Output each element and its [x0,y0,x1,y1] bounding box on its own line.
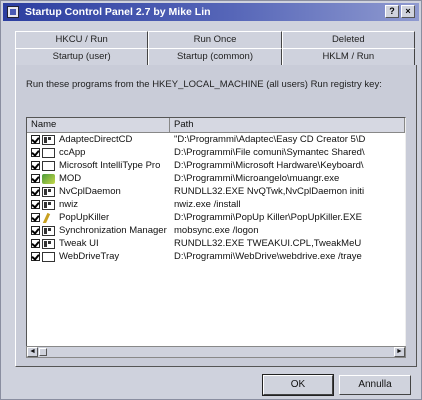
item-name: ccApp [59,147,86,158]
list-item[interactable]: Synchronization Manager mobsync.exe /log… [27,224,405,237]
list-header: Name Path [27,118,405,133]
list-item[interactable]: nwiz nwiz.exe /install [27,198,405,211]
item-path: D:\Programmi\WebDrive\webdrive.exe /tray… [174,251,362,262]
tab-run-once[interactable]: Run Once [148,31,282,48]
scroll-thumb[interactable] [39,348,47,356]
item-name: AdaptecDirectCD [59,134,133,145]
tab-panel: Run these programs from the HKEY_LOCAL_M… [15,65,417,367]
keyboard-icon [42,160,55,171]
title-buttons: ? × [385,5,415,18]
tab-hkcu-run[interactable]: HKCU / Run [15,31,149,48]
enabled-checkbox[interactable] [31,252,40,261]
column-header-path[interactable]: Path [170,118,405,132]
cd-icon [42,134,55,145]
list-item[interactable]: Tweak UI RUNDLL32.EXE TWEAKUI.CPL,TweakM… [27,237,405,250]
help-button[interactable]: ? [385,5,399,18]
window-icon [42,199,55,210]
enabled-checkbox[interactable] [31,213,40,222]
item-name: NvCplDaemon [59,186,121,197]
item-path: RUNDLL32.EXE TWEAKUI.CPL,TweakMeU [174,238,362,249]
item-path: D:\Programmi\Microangelo\muangr.exe [174,173,340,184]
scroll-left-button[interactable]: ◄ [27,347,38,357]
popup-killer-icon [42,213,55,223]
item-path: D:\Programmi\Microsoft Hardware\Keyboard… [174,160,364,171]
tab-row-2: Startup (user) Startup (common) HKLM / R… [15,48,415,65]
tab-row-1: HKCU / Run Run Once Deleted [15,31,415,48]
horizontal-scrollbar[interactable]: ◄ ► [26,346,406,358]
tab-strip: HKCU / Run Run Once Deleted Startup (use… [15,31,415,65]
list-item[interactable]: AdaptecDirectCD "D:\Programmi\Adaptec\Ea… [27,133,405,146]
scroll-right-button[interactable]: ► [394,347,405,357]
tab-hklm-run[interactable]: HKLM / Run [281,48,415,65]
item-path: mobsync.exe /logon [174,225,259,236]
item-name: MOD [59,173,82,184]
close-button[interactable]: × [401,5,415,18]
startup-list[interactable]: Name Path AdaptecDirectCD "D:\Programmi\… [26,117,406,347]
list-item[interactable]: MOD D:\Programmi\Microangelo\muangr.exe [27,172,405,185]
enabled-checkbox[interactable] [31,135,40,144]
item-name: Microsoft IntelliType Pro [59,160,161,171]
item-path: D:\Programmi\PopUp Killer\PopUpKiller.EX… [174,212,362,223]
enabled-checkbox[interactable] [31,239,40,248]
list-item[interactable]: NvCplDaemon RUNDLL32.EXE NvQTwk,NvCplDae… [27,185,405,198]
window-icon [42,225,55,236]
window-icon [42,251,55,262]
item-name: WebDriveTray [59,251,120,262]
app-icon [7,6,19,18]
enabled-checkbox[interactable] [31,200,40,209]
item-name: PopUpKiller [59,212,110,223]
tab-startup-user[interactable]: Startup (user) [15,48,149,65]
item-path: "D:\Programmi\Adaptec\Easy CD Creator 5\… [174,134,366,145]
tab-startup-common[interactable]: Startup (common) [148,48,282,65]
item-path: nwiz.exe /install [174,199,241,210]
tab-deleted[interactable]: Deleted [281,31,415,48]
window-icon [42,238,55,249]
cancel-button[interactable]: Annulla [339,375,411,395]
enabled-checkbox[interactable] [31,174,40,183]
item-name: nwiz [59,199,79,210]
list-item[interactable]: ccApp D:\Programmi\File comuni\Symantec … [27,146,405,159]
ok-button[interactable]: OK [262,374,334,396]
enabled-checkbox[interactable] [31,187,40,196]
item-name: Synchronization Manager [59,225,167,236]
startup-control-panel-window: Startup Control Panel 2.7 by Mike Lin ? … [0,0,422,400]
title-bar[interactable]: Startup Control Panel 2.7 by Mike Lin ? … [3,3,419,21]
item-path: D:\Programmi\File comuni\Symantec Shared… [174,147,365,158]
column-header-name[interactable]: Name [27,118,170,132]
enabled-checkbox[interactable] [31,226,40,235]
window-icon [42,186,55,197]
window-title: Startup Control Panel 2.7 by Mike Lin [25,6,211,18]
window-icon [42,147,55,158]
list-item[interactable]: PopUpKiller D:\Programmi\PopUp Killer\Po… [27,211,405,224]
list-item[interactable]: Microsoft IntelliType Pro D:\Programmi\M… [27,159,405,172]
list-item[interactable]: WebDriveTray D:\Programmi\WebDrive\webdr… [27,250,405,263]
item-path: RUNDLL32.EXE NvQTwk,NvCplDaemon initi [174,186,365,197]
mod-icon [42,173,55,184]
enabled-checkbox[interactable] [31,161,40,170]
panel-description: Run these programs from the HKEY_LOCAL_M… [26,79,382,90]
enabled-checkbox[interactable] [31,148,40,157]
item-name: Tweak UI [59,238,99,249]
